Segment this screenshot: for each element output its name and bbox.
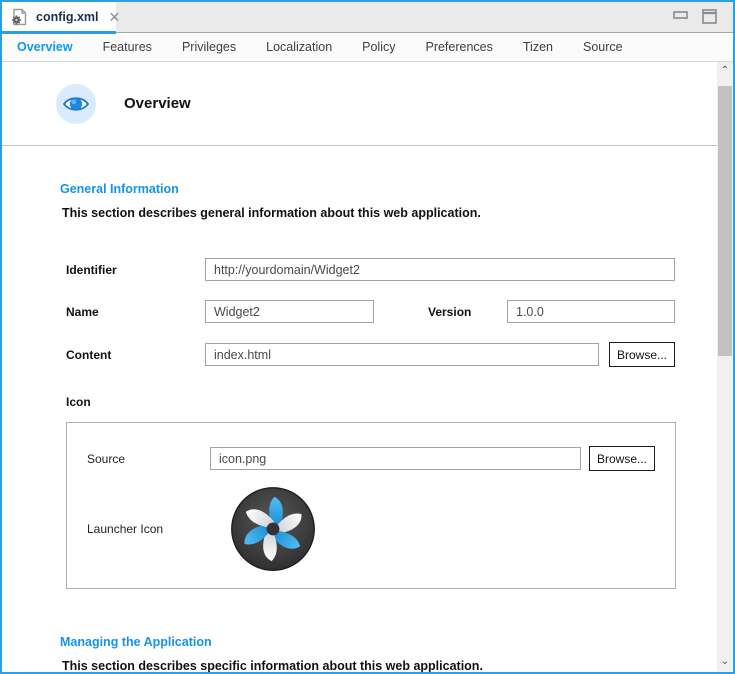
content-input[interactable] xyxy=(205,343,599,366)
launcher-icon-label: Launcher Icon xyxy=(87,522,210,536)
nav-tab-localization[interactable]: Localization xyxy=(266,40,332,54)
content-row: Content Browse... xyxy=(60,342,707,367)
nav-tab-tizen[interactable]: Tizen xyxy=(523,40,553,54)
vertical-scrollbar[interactable]: ⌃ ⌄ xyxy=(717,62,733,672)
scrollbar-thumb[interactable] xyxy=(718,86,732,356)
config-editor-window: config.xml ✕ Overview Features Privilege… xyxy=(0,0,735,674)
scroll-up-icon[interactable]: ⌃ xyxy=(717,62,733,79)
tab-config-xml[interactable]: config.xml ✕ xyxy=(2,2,116,34)
nav-tab-features[interactable]: Features xyxy=(103,40,152,54)
form-page-navbar: Overview Features Privileges Localizatio… xyxy=(2,33,733,62)
icon-source-label: Source xyxy=(87,452,210,466)
name-label: Name xyxy=(60,305,205,319)
version-label: Version xyxy=(422,305,507,319)
icon-source-input[interactable] xyxy=(210,447,581,470)
eye-icon xyxy=(56,84,96,124)
identifier-row: Identifier xyxy=(60,258,707,281)
maximize-icon[interactable] xyxy=(702,9,717,32)
page-title: Overview xyxy=(124,95,191,112)
nav-tab-privileges[interactable]: Privileges xyxy=(182,40,236,54)
nav-tab-policy[interactable]: Policy xyxy=(362,40,395,54)
nav-tab-preferences[interactable]: Preferences xyxy=(425,40,492,54)
window-controls xyxy=(673,2,733,32)
nav-tab-overview[interactable]: Overview xyxy=(17,40,73,54)
icon-groupbox: Source Browse... Launcher Icon xyxy=(66,422,676,589)
nav-tab-source[interactable]: Source xyxy=(583,40,623,54)
scroll-down-icon[interactable]: ⌄ xyxy=(717,653,733,670)
name-input[interactable] xyxy=(205,300,374,323)
tizen-pinwheel-icon xyxy=(229,485,317,573)
identifier-label: Identifier xyxy=(60,263,205,277)
icon-browse-button[interactable]: Browse... xyxy=(589,446,655,471)
editor-tabstrip: config.xml ✕ xyxy=(2,2,733,33)
tab-title: config.xml xyxy=(36,10,99,24)
name-version-row: Name Version xyxy=(60,300,707,323)
managing-application-description: This section describes specific informat… xyxy=(60,659,707,673)
page-header: Overview xyxy=(2,62,733,146)
general-information-description: This section describes general informati… xyxy=(60,206,707,220)
config-file-gear-icon xyxy=(11,8,28,26)
general-information-heading: General Information xyxy=(60,182,707,196)
managing-application-heading: Managing the Application xyxy=(60,635,707,649)
version-input[interactable] xyxy=(507,300,675,323)
icon-group-label: Icon xyxy=(60,395,707,409)
content-label: Content xyxy=(60,348,205,362)
content-browse-button[interactable]: Browse... xyxy=(609,342,675,367)
editor-content: Overview General Information This sectio… xyxy=(2,62,733,672)
tab-close-icon[interactable]: ✕ xyxy=(109,10,121,24)
identifier-input[interactable] xyxy=(205,258,675,281)
launcher-icon-row: Launcher Icon xyxy=(87,485,675,573)
minimize-icon[interactable] xyxy=(673,11,689,32)
icon-source-row: Source Browse... xyxy=(87,446,675,471)
